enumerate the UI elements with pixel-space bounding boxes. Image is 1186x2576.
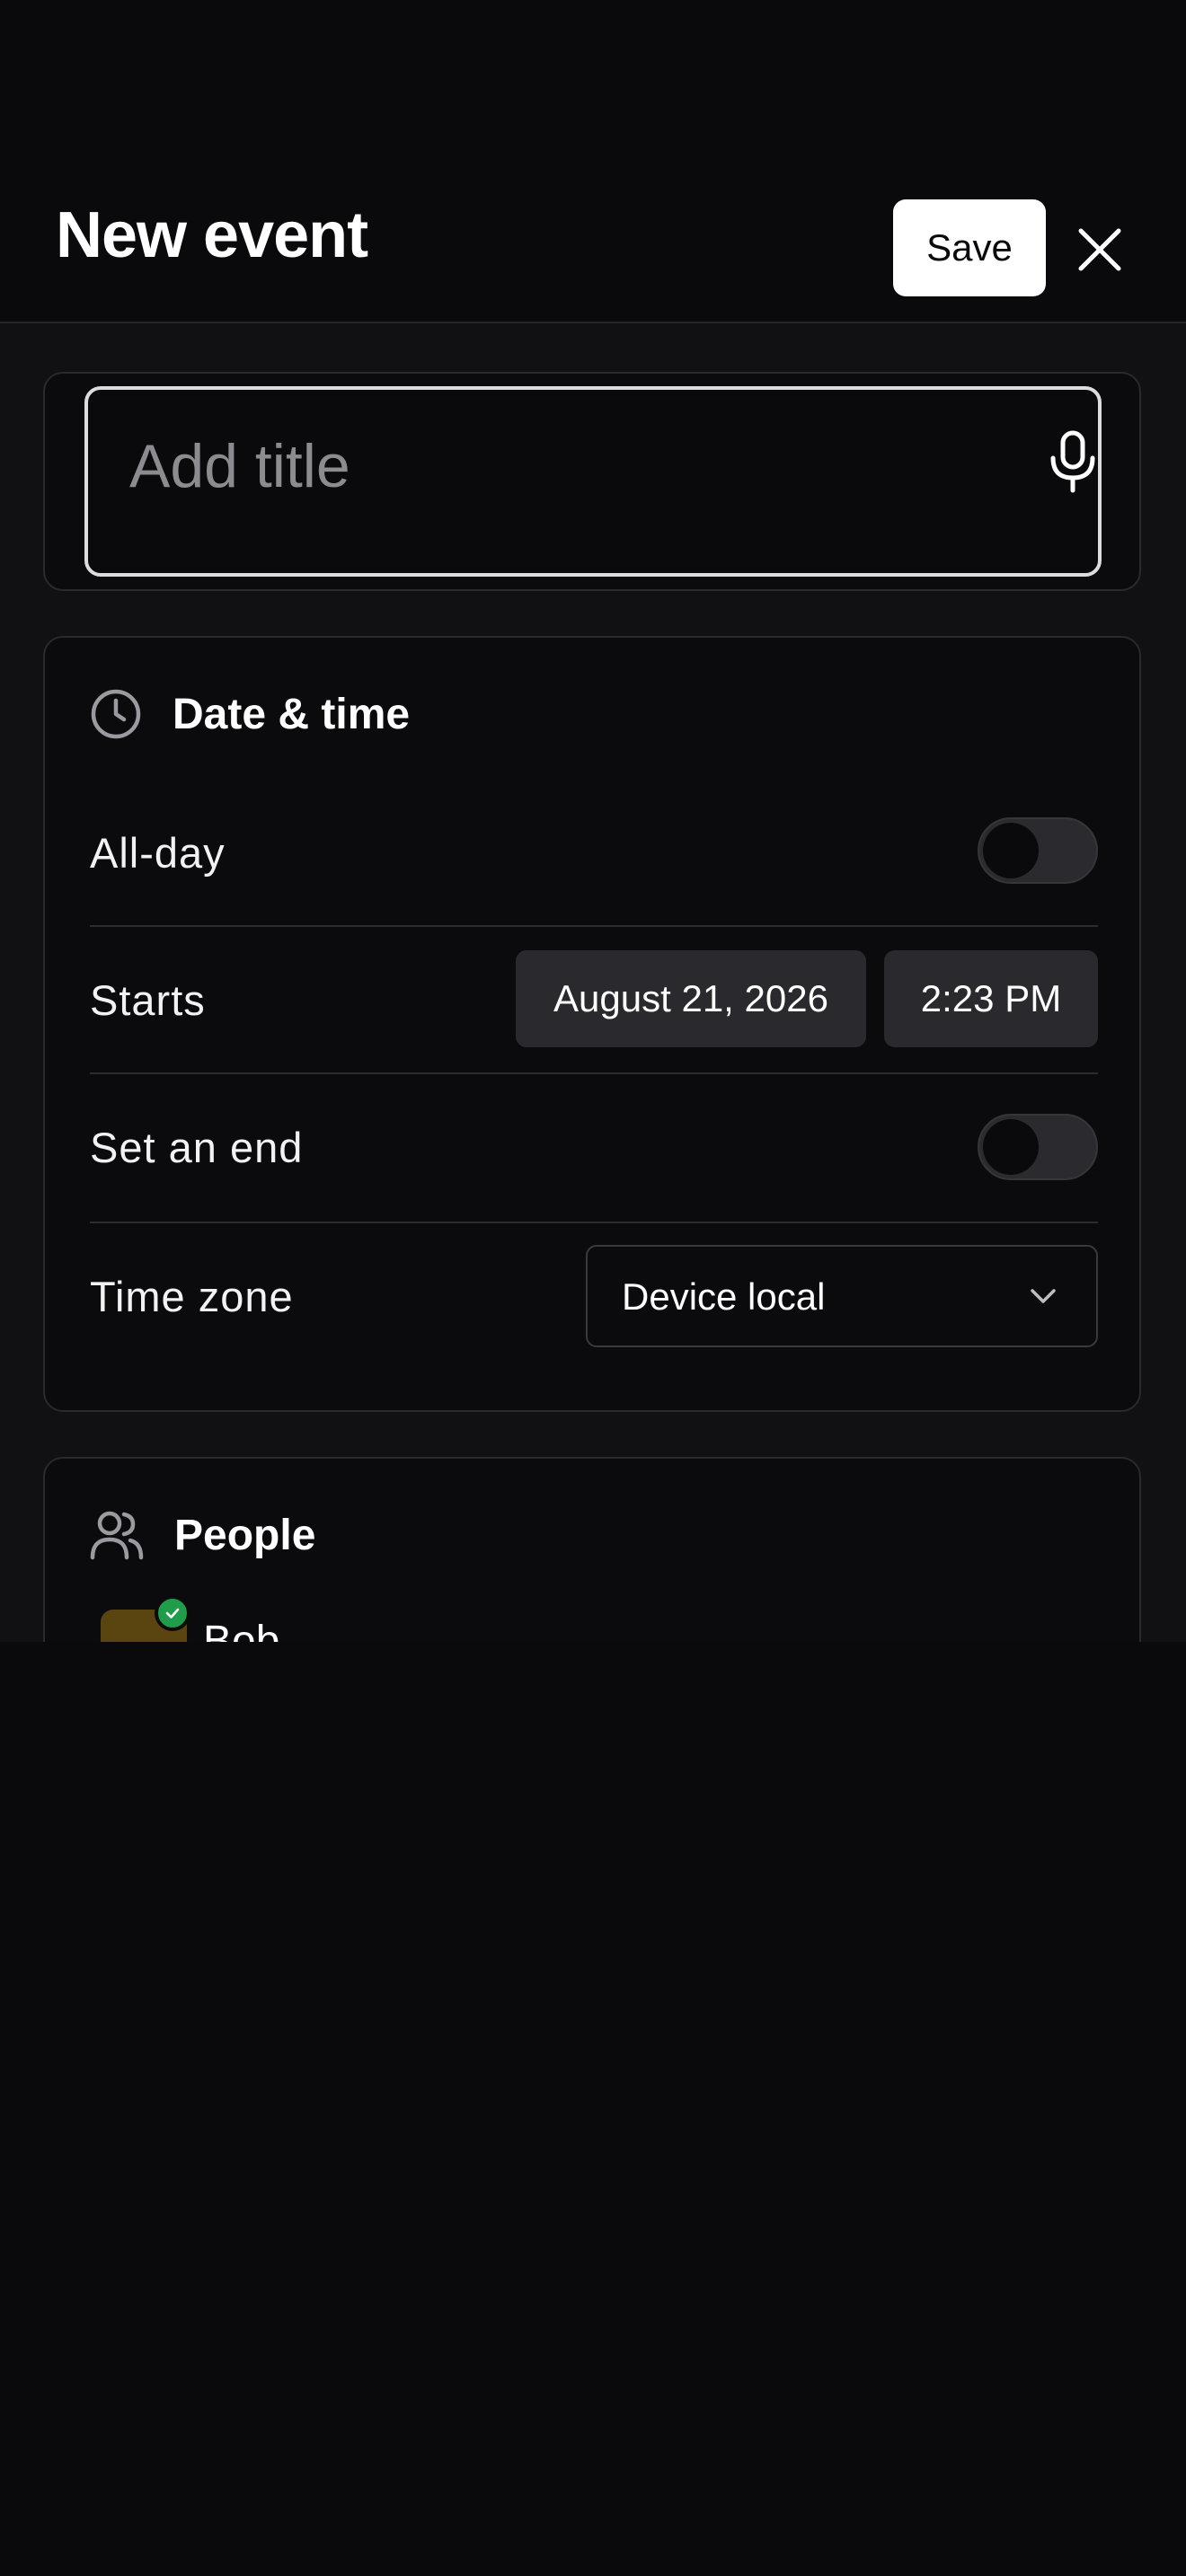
- time-zone-value: Device local: [622, 1275, 826, 1318]
- page-title: New event: [56, 199, 368, 271]
- close-icon: [1078, 228, 1121, 271]
- starts-label: Starts: [90, 976, 206, 1024]
- mic-icon[interactable]: [1048, 429, 1098, 494]
- start-time-button[interactable]: 2:23 PM: [884, 950, 1098, 1047]
- divider: [90, 925, 1098, 927]
- all-day-label: All-day: [90, 829, 226, 877]
- divider: [90, 1072, 1098, 1074]
- set-end-toggle[interactable]: [978, 1114, 1098, 1180]
- date-time-heading: Date & time: [173, 690, 411, 738]
- check-icon: [165, 1608, 180, 1619]
- toggle-knob: [983, 1119, 1039, 1175]
- start-date-button[interactable]: August 21, 2026: [516, 950, 866, 1047]
- close-button[interactable]: [1069, 219, 1130, 280]
- time-zone-label: Time zone: [90, 1273, 294, 1320]
- toggle-knob: [983, 823, 1039, 878]
- people-card: People Bob: [43, 1457, 1141, 1642]
- divider: [90, 1222, 1098, 1223]
- title-input-box[interactable]: [84, 386, 1102, 577]
- clock-icon: [91, 689, 141, 739]
- date-time-card: Date & time All-day Starts August 21, 20…: [43, 636, 1141, 1412]
- time-zone-select[interactable]: Device local: [586, 1245, 1098, 1347]
- title-card: [43, 372, 1141, 591]
- all-day-toggle[interactable]: [978, 817, 1098, 884]
- person-name: Bob: [203, 1618, 280, 1642]
- people-heading: People: [174, 1511, 316, 1559]
- event-editor-sheet: New event Save Date & time All-day: [0, 0, 1186, 1642]
- header: New event Save: [0, 0, 1186, 323]
- date-time-header: Date & time: [90, 688, 410, 740]
- people-icon: [90, 1511, 144, 1560]
- title-input[interactable]: [128, 429, 940, 503]
- set-end-label: Set an end: [90, 1124, 304, 1171]
- status-badge: [155, 1595, 190, 1631]
- save-button[interactable]: Save: [893, 199, 1046, 296]
- people-header: People: [90, 1509, 315, 1561]
- chevron-down-icon: [1031, 1289, 1056, 1303]
